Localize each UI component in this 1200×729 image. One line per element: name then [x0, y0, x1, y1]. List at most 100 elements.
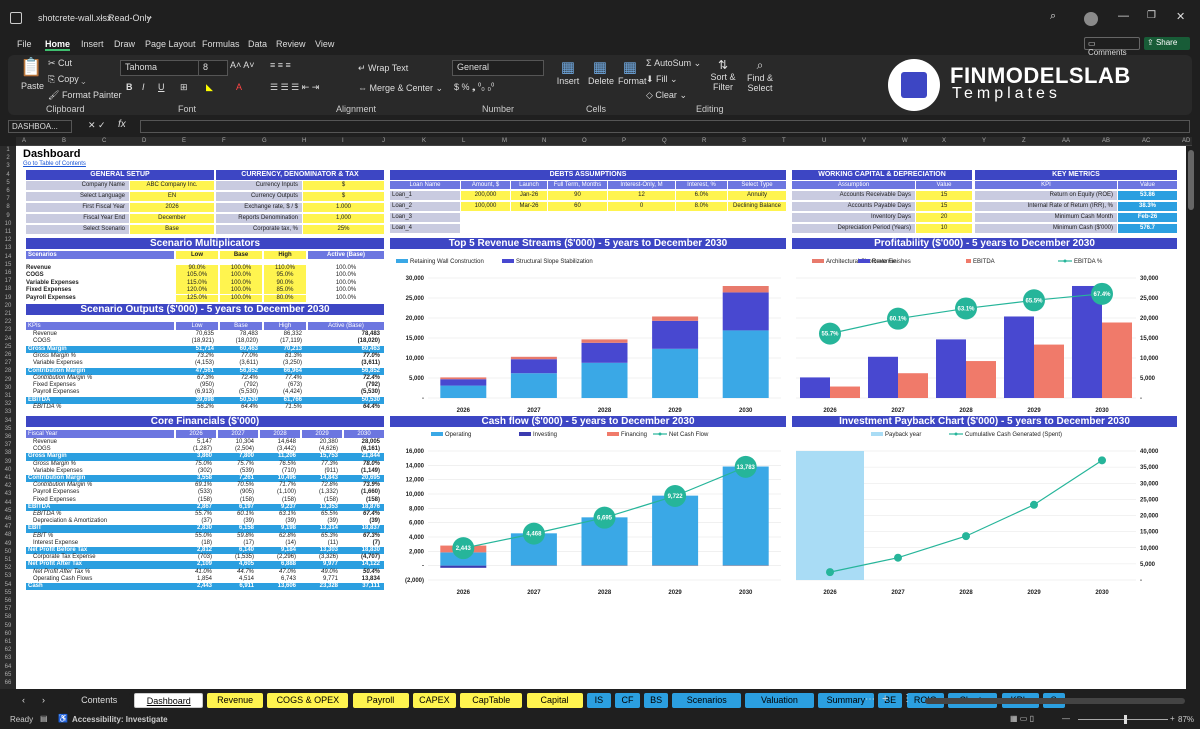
fill-button[interactable]: ⬇ Fill ⌄ [646, 74, 678, 85]
legend-label: Structural Slope Stabilization [516, 259, 593, 265]
delete-cells-button[interactable]: ▦ Delete [588, 58, 614, 86]
sheet-tab-cf[interactable]: CF [615, 693, 640, 708]
borders-icon[interactable]: ⊞ [180, 82, 188, 93]
insert-cells-button[interactable]: ▦ Insert [556, 58, 580, 86]
y-tick-label: 10,000 [406, 356, 425, 362]
sheet-tab-capex[interactable]: CAPEX [412, 693, 457, 708]
sheet-tab-is[interactable]: IS [586, 693, 612, 708]
restore-icon[interactable]: ❐ [1147, 10, 1156, 21]
font-name-select[interactable]: Tahoma [120, 60, 204, 76]
autosum-button[interactable]: Σ AutoSum ⌄ [646, 58, 701, 69]
normal-view-icon[interactable]: ▦ ▭ ▯ [1010, 714, 1034, 723]
search-icon[interactable]: ⌕ [1050, 10, 1056, 23]
clear-button[interactable]: ◇ Clear ⌄ [646, 90, 687, 101]
format-painter-button[interactable]: 🖌 Format Painter [48, 90, 121, 101]
read-only-label[interactable]: Read-Only [108, 13, 151, 23]
legend-swatch [502, 259, 514, 263]
menu-draw[interactable]: Draw [114, 39, 135, 49]
bold-button[interactable]: B [126, 82, 133, 92]
sheet-tab-captable[interactable]: CapTable [460, 693, 523, 708]
fill-color-icon[interactable]: ◣ [206, 82, 213, 93]
sheet-tab-payroll[interactable]: Payroll [352, 693, 409, 708]
grow-font-icon[interactable]: A˄ A˅ [230, 60, 255, 70]
vertical-scrollbar[interactable] [1188, 150, 1194, 210]
column-header: S [742, 138, 747, 144]
sheet-tab-capital[interactable]: Capital [526, 693, 583, 708]
number-format-select[interactable]: General [452, 60, 544, 76]
sheet-options-icon[interactable]: ⋮ [902, 693, 912, 704]
next-sheet-icon[interactable]: › [42, 695, 45, 705]
zoom-level[interactable]: 87% [1178, 715, 1194, 724]
share-button[interactable]: ⇪ Share [1144, 37, 1190, 50]
cancel-formula-icon[interactable]: ✕ ✓ [88, 120, 106, 131]
bar-2026 [440, 379, 487, 386]
menu-insert[interactable]: Insert [81, 39, 104, 49]
merge-center-button[interactable]: ⇔ Merge & Center ⌄ [358, 83, 443, 94]
menu-review[interactable]: Review [276, 39, 306, 49]
avatar[interactable] [1084, 12, 1098, 26]
font-color-icon[interactable]: A [236, 82, 242, 92]
menu-home[interactable]: Home [45, 39, 71, 51]
accessibility-icon[interactable]: ♿ [58, 714, 68, 723]
wrap-text-button[interactable]: ↵ Wrap Text [358, 63, 408, 74]
sheet-tab-scenarios[interactable]: Scenarios [672, 693, 742, 708]
menu-page-layout[interactable]: Page Layout [145, 39, 196, 49]
menu-formulas[interactable]: Formulas [202, 39, 240, 49]
italic-button[interactable]: I [142, 82, 145, 92]
zoom-slider[interactable] [1078, 719, 1168, 720]
formula-input[interactable] [140, 120, 1190, 133]
name-box[interactable]: DASHBOA... [8, 120, 72, 133]
zoom-thumb[interactable] [1124, 715, 1127, 724]
copy-button[interactable]: ⎘ Copy ⌄ [48, 74, 85, 85]
chevron-down-icon[interactable]: ⌄ [146, 11, 154, 22]
comments-button[interactable]: ▭ Comments [1084, 37, 1140, 57]
font-size-select[interactable]: 8 [198, 60, 228, 76]
x-tick-label: 2029 [668, 408, 682, 414]
sheet-tab-valuation[interactable]: Valuation [745, 693, 814, 708]
row-number: 41 [4, 475, 12, 481]
horizontal-scrollbar[interactable] [925, 698, 1185, 704]
x-tick-label: 2030 [1095, 408, 1109, 414]
format-cells-button[interactable]: ▦ Format [618, 58, 647, 86]
x-tick-label: 2028 [959, 408, 973, 414]
add-sheet-icon[interactable]: + [882, 693, 888, 705]
paste-icon[interactable]: 📋 [20, 57, 42, 78]
align-top-icon[interactable]: ≡ ≡ ≡ [270, 60, 291, 70]
accessibility-status[interactable]: Accessibility: Investigate [72, 715, 168, 724]
cumulative-cash-marker [1030, 500, 1038, 509]
sheet-tab-cogs-opex[interactable]: COGS & OPEX [267, 693, 349, 708]
underline-button[interactable]: U [158, 82, 165, 92]
sheet-tab-dashboard[interactable]: Dashboard [134, 693, 204, 708]
column-header: P [622, 138, 627, 144]
prev-sheet-icon[interactable]: ‹ [22, 695, 25, 705]
macro-icon[interactable]: ▤ [40, 714, 48, 723]
minimize-icon[interactable]: — [1118, 10, 1129, 22]
sort-filter-button[interactable]: ⇅ Sort & Filter [708, 58, 738, 92]
row-number: 10 [4, 220, 12, 227]
more-sheets-icon[interactable]: ⋯ [865, 694, 875, 705]
row-number: 52 [4, 565, 12, 572]
x-tick-label: 2028 [598, 408, 612, 414]
legend-label: Revenue [872, 259, 897, 265]
zoom-out-icon[interactable]: — [1062, 714, 1070, 723]
legend-marker [658, 432, 662, 436]
align-left-icon[interactable]: ☰ ☰ ☰ ⇤ ⇥ [270, 82, 319, 93]
sheet-tab-contents[interactable]: Contents [68, 693, 131, 708]
close-icon[interactable]: ✕ [1176, 10, 1185, 23]
row-number: 50 [4, 548, 12, 555]
menu-file[interactable]: File [17, 39, 32, 49]
menu-data[interactable]: Data [248, 39, 267, 49]
cut-button[interactable]: ✂ Cut [48, 58, 72, 69]
find-select-button[interactable]: ⌕ Find & Select [744, 58, 776, 93]
row-number: 57 [4, 606, 12, 613]
column-header: H [302, 138, 307, 144]
paste-button[interactable]: Paste [21, 81, 44, 91]
sheet-tab-revenue[interactable]: Revenue [207, 693, 264, 708]
ebitda-pct-label: 65.5% [1025, 298, 1043, 304]
function-icon[interactable]: fx [118, 119, 126, 130]
menu-view[interactable]: View [315, 39, 334, 49]
zoom-in-icon[interactable]: + [1170, 714, 1175, 723]
sheet-tab-bs[interactable]: BS [643, 693, 669, 708]
currency-icon[interactable]: $ % ❟ ⁰₀ ₀⁰ [454, 82, 494, 93]
cells-group-label: Cells [586, 104, 607, 114]
